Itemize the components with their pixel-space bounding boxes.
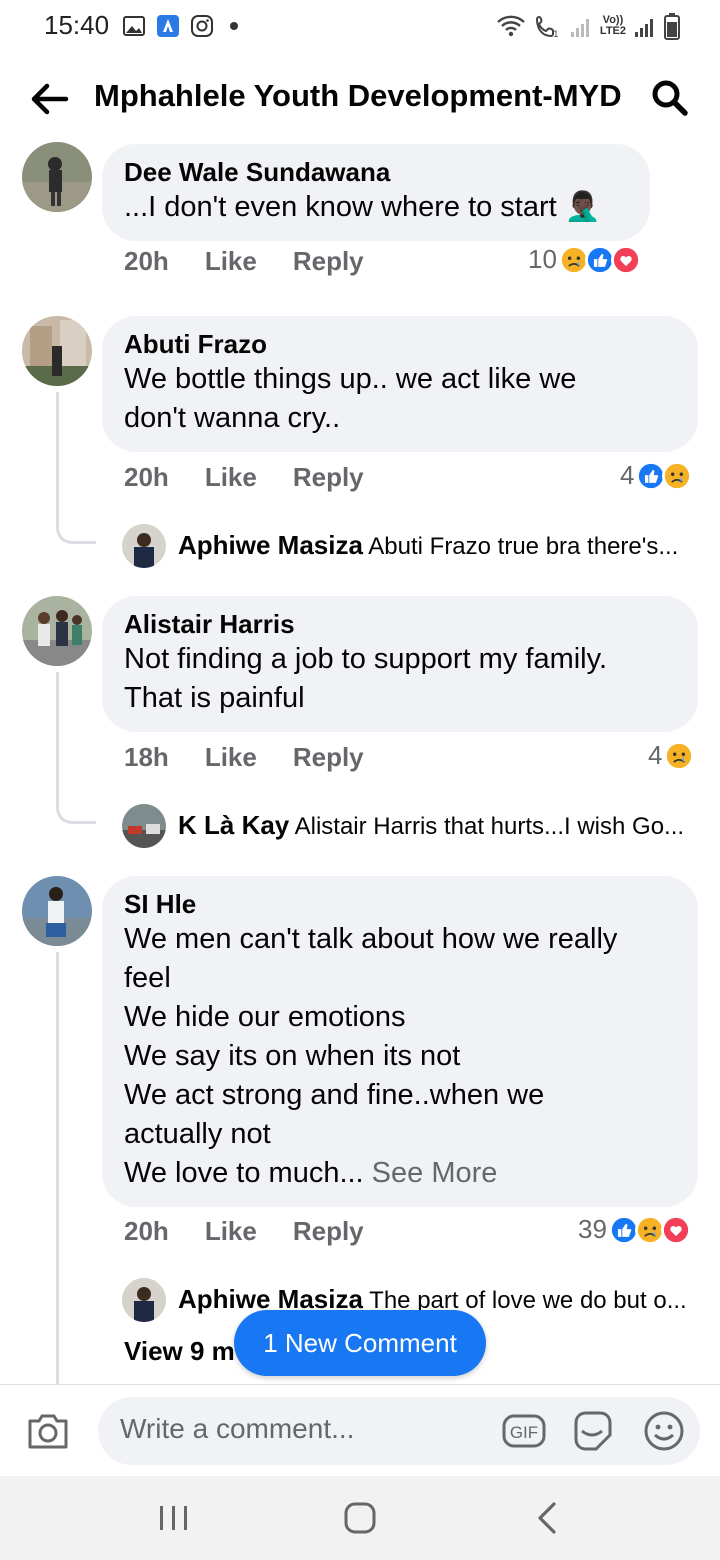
view-more-replies-link[interactable]: View 9 m: [124, 1336, 235, 1367]
comment-text: We men can't talk about how we really fe…: [124, 920, 676, 1193]
reaction-summary[interactable]: 4: [620, 460, 693, 491]
comment-time[interactable]: 20h: [124, 246, 169, 277]
thread-connector: [56, 392, 96, 544]
avatar[interactable]: [22, 316, 92, 386]
avatar[interactable]: [22, 142, 92, 212]
comment-author[interactable]: Alistair Harris: [124, 608, 676, 640]
wifi-icon: [497, 15, 525, 37]
sad-reaction-icon: [664, 740, 695, 771]
reply-avatar[interactable]: [122, 1278, 166, 1322]
reaction-summary[interactable]: 39: [578, 1214, 691, 1245]
comment-author[interactable]: Dee Wale Sundawana: [124, 156, 628, 188]
emoji-icon[interactable]: [642, 1409, 686, 1453]
love-reaction-icon: [660, 1214, 691, 1245]
reaction-count: 39: [578, 1214, 607, 1244]
reply-preview[interactable]: Aphiwe Masiza Abuti Frazo true bra there…: [178, 530, 698, 561]
back-nav-icon[interactable]: [528, 1500, 568, 1536]
reply-avatar[interactable]: [122, 524, 166, 568]
wifi-call-icon: 1: [535, 15, 559, 39]
reply-text: Abuti Frazo true bra there's...: [368, 533, 679, 560]
search-icon[interactable]: [650, 78, 690, 118]
reaction-summary[interactable]: 4: [648, 740, 695, 771]
status-notification-icons: [122, 14, 238, 38]
recent-apps-icon[interactable]: [154, 1500, 194, 1536]
comment-actions: 20h Like Reply: [124, 246, 364, 277]
svg-text:1: 1: [553, 30, 559, 39]
comment-composer: Write a comment... GIF: [0, 1384, 720, 1476]
reply-avatar[interactable]: [122, 804, 166, 848]
page-title: Mphahlele Youth Development-MYD: [94, 78, 622, 113]
comment-input[interactable]: Write a comment... GIF: [98, 1397, 700, 1465]
camera-icon[interactable]: [26, 1411, 70, 1451]
comment-actions: 20h Like Reply: [124, 462, 364, 493]
comment-author[interactable]: Abuti Frazo: [124, 328, 676, 360]
comment-author[interactable]: SI Hle: [124, 888, 676, 920]
reply-author[interactable]: Aphiwe Masiza: [178, 530, 363, 560]
comment-text: ...I don't even know where to start 🤦🏿‍♂…: [124, 191, 601, 223]
signal-2-icon: [635, 19, 653, 37]
gif-icon[interactable]: GIF: [502, 1411, 546, 1451]
comment-actions: 18h Like Reply: [124, 742, 364, 773]
comment-actions: 20h Like Reply: [124, 1216, 364, 1247]
comment-bubble[interactable]: Abuti Frazo We bottle things up.. we act…: [102, 316, 698, 452]
love-reaction-icon: [610, 244, 641, 275]
status-system-icons: 1 Vo)) LTE2: [496, 12, 680, 40]
new-comment-button[interactable]: 1 New Comment: [234, 1310, 486, 1376]
comment-time[interactable]: 20h: [124, 462, 169, 493]
reaction-count: 4: [648, 740, 663, 770]
reply-button[interactable]: Reply: [293, 462, 364, 493]
home-icon[interactable]: [340, 1500, 380, 1536]
gallery-icon: [123, 16, 145, 36]
comment-time[interactable]: 20h: [124, 1216, 169, 1247]
reaction-count: 4: [620, 460, 635, 490]
thread-connector: [56, 672, 96, 824]
reply-button[interactable]: Reply: [293, 246, 364, 277]
gif-label: GIF: [510, 1423, 538, 1442]
back-arrow-icon[interactable]: [28, 78, 70, 120]
system-nav-bar: [0, 1476, 720, 1560]
reply-button[interactable]: Reply: [293, 1216, 364, 1247]
status-more-dot: [230, 22, 238, 30]
comment-bubble[interactable]: Dee Wale Sundawana ...I don't even know …: [102, 144, 650, 241]
reply-author[interactable]: K Là Kay: [178, 810, 289, 840]
comment-text: We bottle things up.. we act like we don…: [124, 363, 577, 434]
avatar[interactable]: [22, 596, 92, 666]
comment-bubble[interactable]: SI Hle We men can't talk about how we re…: [102, 876, 698, 1207]
reaction-count: 10: [528, 244, 557, 274]
like-button[interactable]: Like: [205, 462, 257, 493]
status-time: 15:40: [44, 10, 110, 40]
like-button[interactable]: Like: [205, 246, 257, 277]
thread-connector: [56, 952, 96, 1418]
comment-bubble[interactable]: Alistair Harris Not finding a job to sup…: [102, 596, 698, 732]
app-notification-icon: [157, 15, 179, 37]
reply-text: Alistair Harris that hurts...I wish Go..…: [294, 813, 685, 840]
reply-button[interactable]: Reply: [293, 742, 364, 773]
comment-input-placeholder: Write a comment...: [120, 1413, 355, 1444]
comment-time[interactable]: 18h: [124, 742, 169, 773]
lte-indicator: Vo)) LTE2: [600, 15, 626, 37]
signal-1-icon: [570, 19, 589, 37]
sticker-icon[interactable]: [570, 1409, 614, 1453]
battery-icon: [664, 13, 680, 40]
instagram-icon: [191, 15, 213, 37]
avatar[interactable]: [22, 876, 92, 946]
lte2-label: LTE2: [599, 25, 626, 37]
comment-text: Not finding a job to support my family. …: [124, 643, 608, 714]
comment-body: We men can't talk about how we really fe…: [124, 923, 618, 1189]
sad-reaction-icon: [662, 460, 693, 491]
reaction-summary[interactable]: 10: [528, 244, 641, 275]
see-more-link[interactable]: See More: [364, 1157, 498, 1189]
like-button[interactable]: Like: [205, 742, 257, 773]
group-header: Mphahlele Youth Development-MYD: [0, 56, 720, 142]
like-button[interactable]: Like: [205, 1216, 257, 1247]
status-bar: 15:40 1 Vo)) LTE2: [0, 0, 720, 56]
reply-preview[interactable]: K Là Kay Alistair Harris that hurts...I …: [178, 810, 698, 841]
